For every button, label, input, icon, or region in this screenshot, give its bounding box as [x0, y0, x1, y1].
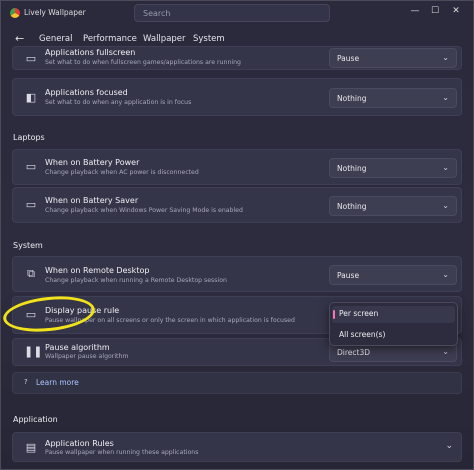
tab-general[interactable]: General: [39, 34, 73, 44]
selected-option-indicator: [333, 310, 335, 319]
app-title: Lively Wallpaper: [24, 8, 86, 17]
fullscreen-icon: ▭: [25, 52, 37, 65]
focused-dropdown[interactable]: Nothing ⌄: [329, 88, 457, 108]
chevron-down-icon: ⌄: [442, 93, 449, 102]
chevron-down-icon: ⌄: [442, 270, 449, 279]
row-title: Application Rules: [45, 439, 114, 448]
learn-more-row: ? Learn more: [12, 372, 462, 394]
pause-icon: ❚❚: [24, 345, 43, 358]
maximize-button[interactable]: ☐: [425, 3, 445, 19]
row-title: Pause algorithm: [45, 343, 110, 352]
dropdown-value: Pause: [337, 271, 360, 280]
title-bar: Lively Wallpaper Search — ☐ ✕: [0, 0, 474, 26]
setting-row-focused: ◧ Applications focused Set what to do wh…: [12, 78, 462, 116]
pause-rule-dropdown-menu: Per screen All screen(s): [329, 302, 458, 346]
window-focus-icon: ◧: [25, 91, 37, 104]
lively-logo-icon: [10, 8, 20, 18]
chevron-down-icon: ⌄: [442, 201, 449, 210]
tab-performance[interactable]: Performance: [83, 34, 137, 44]
battery-saver-dropdown[interactable]: Nothing ⌄: [329, 196, 457, 216]
chevron-down-icon: ⌄: [442, 163, 449, 172]
row-title: When on Battery Saver: [45, 196, 139, 205]
setting-row-fullscreen: ▭ Applications fullscreen Set what to do…: [12, 46, 462, 70]
chevron-down-icon: ⌄: [442, 53, 449, 62]
row-title: When on Battery Power: [45, 158, 140, 167]
setting-row-battery-saver: ▭ When on Battery Saver Change playback …: [12, 187, 462, 223]
clipboard-list-icon: ▤: [25, 441, 37, 454]
dropdown-value: Nothing: [337, 94, 367, 103]
row-subtitle: Pause wallpaper when running these appli…: [45, 449, 199, 456]
row-title: Applications focused: [45, 88, 128, 97]
row-title: Applications fullscreen: [45, 48, 136, 57]
section-application: Application: [13, 415, 58, 424]
row-subtitle: Change playback when Windows Power Savin…: [45, 207, 243, 214]
section-system: System: [13, 241, 43, 250]
battery-power-dropdown[interactable]: Nothing ⌄: [329, 158, 457, 178]
dropdown-value: Nothing: [337, 202, 367, 211]
row-subtitle: Wallpaper pause algorithm: [45, 353, 129, 360]
learn-more-link[interactable]: Learn more: [36, 378, 79, 387]
search-input[interactable]: Search: [134, 4, 330, 22]
fullscreen-dropdown[interactable]: Pause ⌄: [329, 48, 457, 68]
dropdown-value: Nothing: [337, 164, 367, 173]
row-subtitle: Set what to do when any application is i…: [45, 99, 192, 106]
option-all-screens[interactable]: All screen(s): [339, 330, 385, 339]
setting-row-application-rules[interactable]: ▤ Application Rules Pause wallpaper when…: [12, 432, 462, 462]
setting-row-remote-desktop: ⧉ When on Remote Desktop Change playback…: [12, 256, 462, 292]
close-button[interactable]: ✕: [446, 3, 466, 19]
minimize-button[interactable]: —: [405, 3, 425, 19]
remote-desktop-dropdown[interactable]: Pause ⌄: [329, 265, 457, 285]
window-frame: [0, 0, 474, 470]
dropdown-value: Pause: [337, 54, 360, 63]
back-arrow-icon[interactable]: ←: [15, 32, 24, 45]
battery-saver-icon: ▭: [25, 198, 37, 211]
setting-row-battery-power: ▭ When on Battery Power Change playback …: [12, 149, 462, 185]
tab-system[interactable]: System: [193, 34, 225, 44]
tab-wallpaper[interactable]: Wallpaper: [143, 34, 186, 44]
dropdown-value: Direct3D: [337, 348, 371, 357]
battery-icon: ▭: [25, 160, 37, 173]
row-title: When on Remote Desktop: [45, 266, 150, 275]
option-per-screen[interactable]: Per screen: [339, 309, 378, 318]
row-subtitle: Change playback when running a Remote De…: [45, 277, 227, 284]
chevron-down-icon: ⌄: [442, 347, 449, 356]
chevron-down-icon[interactable]: ⌄: [445, 441, 453, 451]
remote-desktop-icon: ⧉: [27, 267, 35, 280]
section-laptops: Laptops: [13, 133, 45, 142]
row-subtitle: Set what to do when fullscreen games/app…: [45, 59, 241, 66]
row-subtitle: Change playback when AC power is disconn…: [45, 169, 199, 176]
help-icon: ?: [24, 378, 28, 386]
